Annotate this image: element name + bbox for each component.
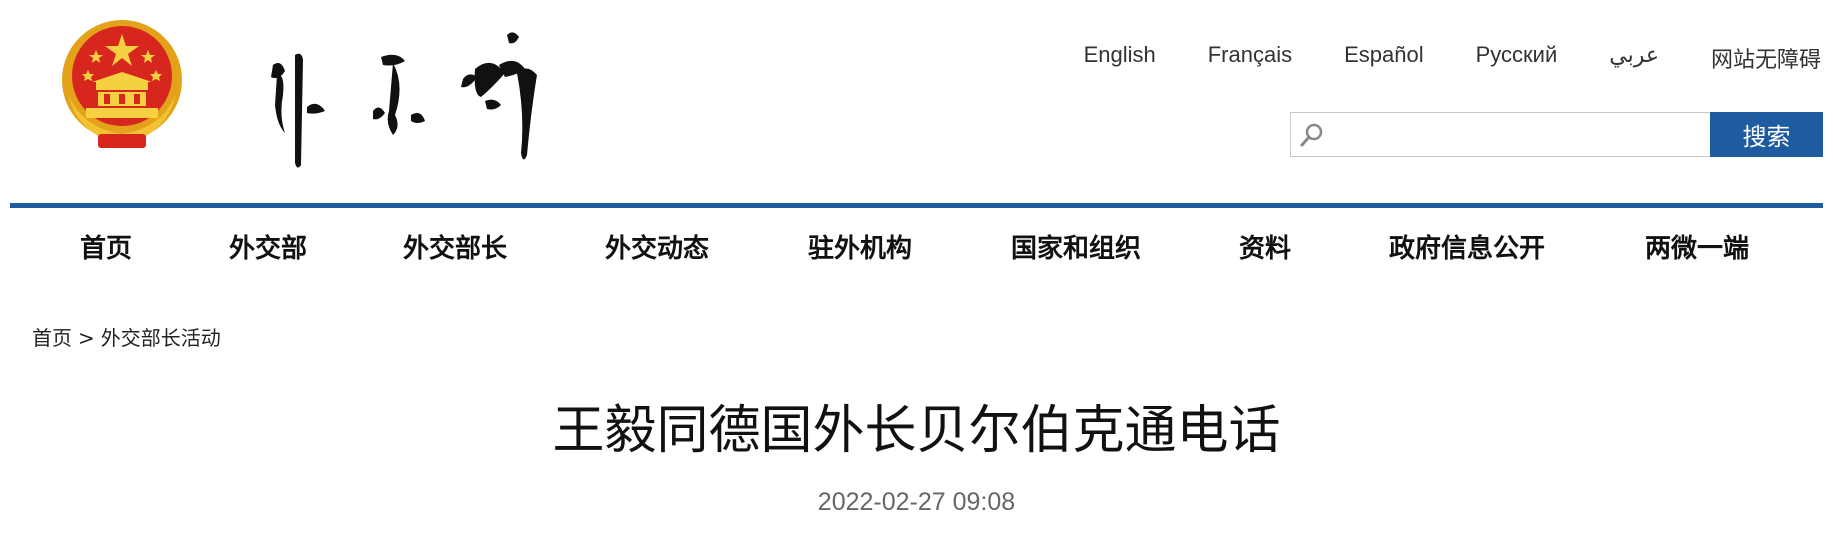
- breadcrumb-section-link[interactable]: 外交部长活动: [101, 326, 221, 350]
- breadcrumb: 首页 > 外交部长活动: [32, 322, 221, 351]
- nav-item-home[interactable]: 首页: [80, 228, 132, 265]
- search-box: 搜索: [1290, 112, 1823, 157]
- nav-item-missions-abroad[interactable]: 驻外机构: [808, 228, 912, 265]
- article-date: 2022-02-27 09:08: [817, 488, 1016, 516]
- nav-item-gov-info[interactable]: 政府信息公开: [1389, 228, 1545, 265]
- national-emblem-logo[interactable]: [58, 16, 186, 152]
- lang-link-french[interactable]: Français: [1208, 42, 1292, 74]
- ministry-calligraphy-logo[interactable]: [255, 15, 595, 190]
- language-bar: English Français Español Русский عربي 网站…: [1032, 42, 1821, 74]
- lang-link-spanish[interactable]: Español: [1344, 42, 1424, 74]
- nav-item-diplomatic-news[interactable]: 外交动态: [605, 228, 709, 265]
- nav-item-resources[interactable]: 资料: [1239, 228, 1291, 265]
- search-button[interactable]: 搜索: [1710, 112, 1823, 157]
- main-nav: 首页 外交部 外交部长 外交动态 驻外机构 国家和组织 资料 政府信息公开 两微…: [0, 228, 1833, 268]
- lang-link-english[interactable]: English: [1084, 42, 1156, 74]
- search-icon: [1291, 113, 1333, 156]
- accessibility-link[interactable]: 网站无障碍: [1711, 42, 1821, 74]
- nav-item-ministry[interactable]: 外交部: [229, 228, 307, 265]
- nav-item-minister[interactable]: 外交部长: [403, 228, 507, 265]
- lang-link-russian[interactable]: Русский: [1476, 42, 1558, 74]
- header-divider: [10, 203, 1823, 208]
- lang-link-arabic[interactable]: عربي: [1609, 42, 1659, 74]
- search-input[interactable]: [1333, 113, 1710, 156]
- breadcrumb-separator: >: [78, 326, 95, 350]
- article-title: 王毅同德国外长贝尔伯克通电话: [552, 401, 1281, 461]
- breadcrumb-home-link[interactable]: 首页: [32, 326, 72, 350]
- nav-item-countries-orgs[interactable]: 国家和组织: [1011, 228, 1141, 265]
- nav-item-media[interactable]: 两微一端: [1645, 228, 1749, 265]
